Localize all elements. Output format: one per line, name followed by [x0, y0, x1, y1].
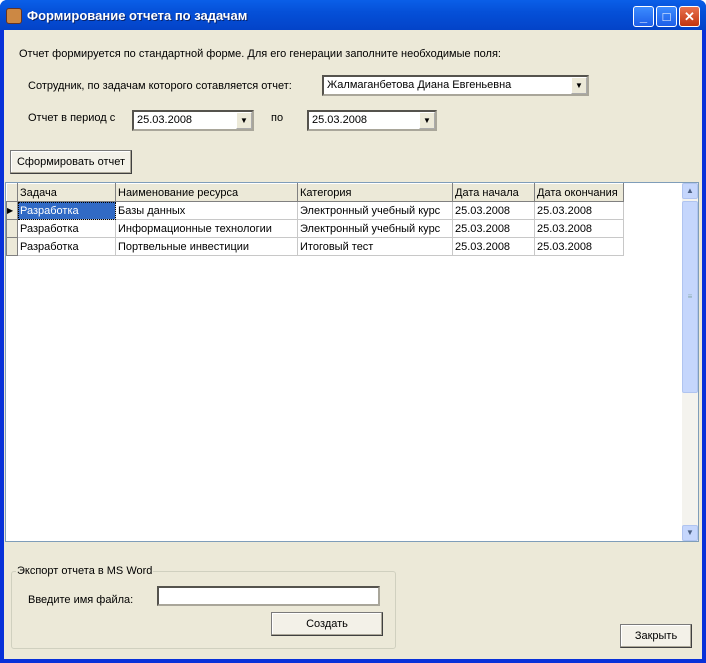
- period-from-label: Отчет в период с: [28, 112, 116, 124]
- scroll-down-icon[interactable]: ▼: [682, 525, 698, 541]
- cell-end-date[interactable]: 25.03.2008: [534, 219, 624, 238]
- column-header-task[interactable]: Задача: [17, 183, 116, 202]
- row-header[interactable]: [6, 237, 18, 256]
- chevron-down-icon[interactable]: ▼: [236, 112, 252, 129]
- employee-select[interactable]: Жалмаганбетова Диана Евгеньевна ▼: [322, 75, 589, 96]
- create-button[interactable]: Создать: [271, 612, 383, 636]
- cell-task[interactable]: Разработка: [17, 201, 116, 220]
- chevron-down-icon[interactable]: ▼: [571, 77, 587, 94]
- date-to-picker[interactable]: 25.03.2008 ▼: [307, 110, 437, 131]
- tasks-grid[interactable]: Задача Наименование ресурса Категория Да…: [5, 182, 699, 542]
- tasks-table: Задача Наименование ресурса Категория Да…: [6, 183, 624, 256]
- cell-end-date[interactable]: 25.03.2008: [534, 237, 624, 256]
- table-row[interactable]: Разработка Портвельные инвестиции Итогов…: [6, 237, 624, 256]
- column-header-resource[interactable]: Наименование ресурса: [115, 183, 298, 202]
- column-header-start-date[interactable]: Дата начала: [452, 183, 535, 202]
- vertical-scrollbar[interactable]: ▲ ≡ ▼: [682, 183, 698, 541]
- employee-value: Жалмаганбетова Диана Евгеньевна: [327, 79, 512, 91]
- cell-task[interactable]: Разработка: [17, 237, 116, 256]
- generate-report-button[interactable]: Сформировать отчет: [10, 150, 132, 174]
- file-name-input[interactable]: [157, 586, 380, 606]
- cell-start-date[interactable]: 25.03.2008: [452, 219, 535, 238]
- period-to-label: по: [271, 112, 284, 124]
- file-name-label: Введите имя файла:: [28, 594, 134, 606]
- report-window: Формирование отчета по задачам _ □ ✕ Отч…: [0, 0, 706, 663]
- cell-task[interactable]: Разработка: [17, 219, 116, 238]
- window-title: Формирование отчета по задачам: [27, 8, 248, 23]
- cell-resource[interactable]: Информационные технологии: [115, 219, 298, 238]
- close-window-button[interactable]: ✕: [679, 6, 700, 27]
- cell-end-date[interactable]: 25.03.2008: [534, 201, 624, 220]
- employee-label: Сотрудник, по задачам которого сотавляет…: [28, 80, 292, 92]
- app-icon: [6, 8, 22, 24]
- cell-category[interactable]: Итоговый тест: [297, 237, 453, 256]
- maximize-button[interactable]: □: [656, 6, 677, 27]
- scroll-thumb[interactable]: ≡: [682, 201, 698, 393]
- column-header-category[interactable]: Категория: [297, 183, 453, 202]
- column-header-end-date[interactable]: Дата окончания: [534, 183, 624, 202]
- date-from-picker[interactable]: 25.03.2008 ▼: [132, 110, 254, 131]
- date-from-value: 25.03.2008: [137, 114, 193, 126]
- table-row[interactable]: ▶ Разработка Базы данных Электронный уче…: [6, 201, 624, 220]
- cell-category[interactable]: Электронный учебный курс: [297, 201, 453, 220]
- table-row[interactable]: Разработка Информационные технологии Эле…: [6, 219, 624, 238]
- export-group: Экспорт отчета в MS Word: [11, 565, 396, 649]
- intro-text: Отчет формируется по стандартной форме. …: [19, 48, 501, 60]
- header-row: Задача Наименование ресурса Категория Да…: [6, 183, 624, 202]
- title-bar[interactable]: Формирование отчета по задачам _ □ ✕: [0, 0, 706, 30]
- cell-start-date[interactable]: 25.03.2008: [452, 201, 535, 220]
- scroll-up-icon[interactable]: ▲: [682, 183, 698, 199]
- cell-start-date[interactable]: 25.03.2008: [452, 237, 535, 256]
- date-to-value: 25.03.2008: [312, 114, 368, 126]
- cell-resource[interactable]: Портвельные инвестиции: [115, 237, 298, 256]
- form-body: Отчет формируется по стандартной форме. …: [4, 30, 702, 659]
- chevron-down-icon[interactable]: ▼: [419, 112, 435, 129]
- close-button[interactable]: Закрыть: [620, 624, 692, 648]
- minimize-button[interactable]: _: [633, 6, 654, 27]
- cell-category[interactable]: Электронный учебный курс: [297, 219, 453, 238]
- row-header[interactable]: [6, 219, 18, 238]
- row-header-corner: [6, 183, 18, 202]
- export-legend: Экспорт отчета в MS Word: [17, 565, 153, 577]
- current-row-arrow-icon[interactable]: ▶: [6, 201, 18, 220]
- cell-resource[interactable]: Базы данных: [115, 201, 298, 220]
